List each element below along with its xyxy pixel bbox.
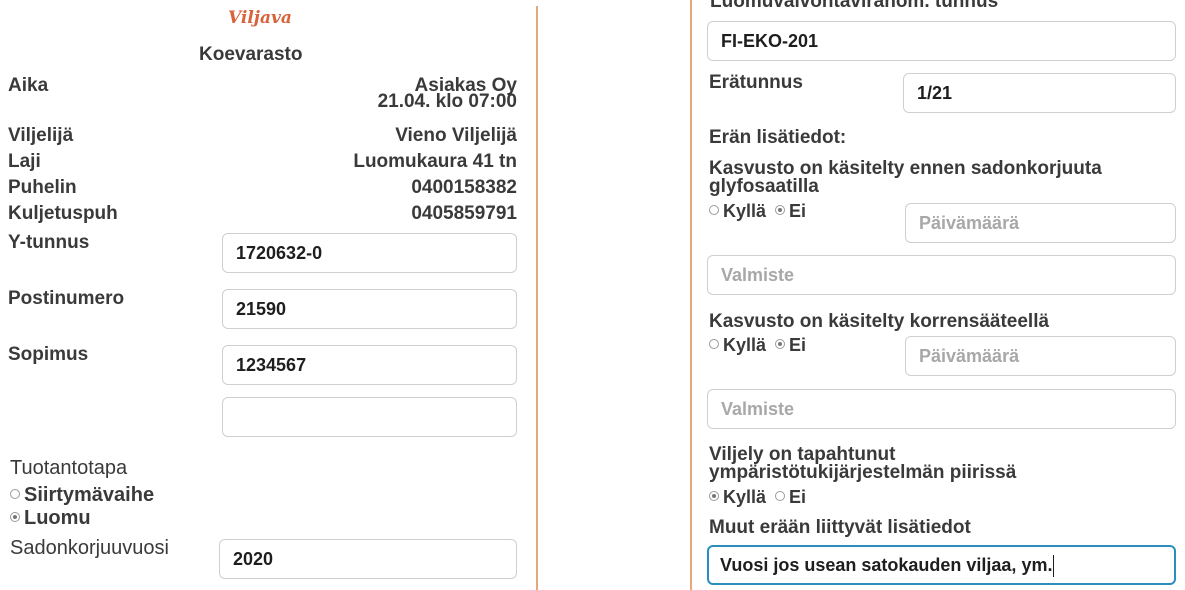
glyfosaatti-yes-label[interactable]: Kyllä bbox=[723, 201, 766, 221]
ytunnus-field[interactable]: 1720632-0 bbox=[222, 233, 517, 273]
muut-lisatiedot-field[interactable]: Vuosi jos usean satokauden viljaa, ym. bbox=[707, 545, 1176, 585]
glyfosaatti-no-label[interactable]: Ei bbox=[789, 201, 806, 221]
sopimus-field[interactable]: 1234567 bbox=[222, 345, 517, 385]
ymparisto-yes-radio[interactable] bbox=[709, 491, 719, 502]
eratunnus-field[interactable]: 1/21 bbox=[903, 73, 1176, 113]
glyfosaatti-no-radio[interactable] bbox=[775, 205, 786, 216]
info-label-aika: Aika bbox=[8, 75, 49, 96]
tuotantotapa-label: Tuotantotapa bbox=[10, 457, 128, 479]
eratunnus-label: Erätunnus bbox=[709, 72, 803, 93]
muut-lisatiedot-value: Vuosi jos usean satokauden viljaa, ym. bbox=[720, 555, 1053, 575]
glyfosaatti-product-field[interactable]: Valmiste bbox=[707, 255, 1176, 295]
info-value-laji: Luomukaura 41 tn bbox=[353, 151, 517, 172]
info-value-viljelija: Vieno Viljelijä bbox=[395, 125, 517, 146]
info-label-viljelija: Viljelijä bbox=[8, 125, 74, 146]
korrensaate-date-field[interactable]: Päivämäärä bbox=[905, 336, 1176, 376]
korrensaate-yes-label[interactable]: Kyllä bbox=[723, 335, 766, 355]
info-label-puhelin: Puhelin bbox=[8, 177, 77, 198]
luomu-tunnus-field[interactable]: FI-EKO-201 bbox=[707, 21, 1176, 61]
viljava-logo: Viljava bbox=[228, 8, 292, 28]
ymparisto-radio-group: Kyllä Ei bbox=[709, 487, 806, 508]
luomu-tunnus-label: Luomuvalvontaviranom. tunnus bbox=[710, 0, 999, 12]
ymparisto-no-radio[interactable] bbox=[775, 491, 786, 502]
option-label: Luomu bbox=[24, 507, 91, 529]
panel-divider-left bbox=[536, 6, 538, 590]
korrensaate-yes-radio[interactable] bbox=[709, 339, 719, 350]
radio-button[interactable] bbox=[10, 488, 20, 499]
ymparisto-no-label[interactable]: Ei bbox=[789, 487, 806, 507]
tuotantotapa-option-siirtymavaihe[interactable]: Siirtymävaihe bbox=[10, 485, 154, 506]
postinumero-label: Postinumero bbox=[8, 288, 125, 309]
korrensaate-no-radio[interactable] bbox=[775, 339, 786, 350]
muut-lisatiedot-label: Muut erään liittyvät lisätiedot bbox=[709, 517, 971, 538]
korrensaate-radio-group: Kyllä Ei bbox=[709, 335, 806, 356]
page-title: Koevarasto bbox=[199, 44, 303, 65]
sadonkorjuuvuosi-field[interactable]: 2020 bbox=[219, 539, 517, 579]
tuotantotapa-option-luomu[interactable]: Luomu bbox=[10, 508, 91, 529]
info-label-kuljetuspuh: Kuljetuspuh bbox=[8, 203, 118, 224]
glyfosaatti-radio-group: Kyllä Ei bbox=[709, 201, 806, 222]
radio-button-selected[interactable] bbox=[10, 511, 20, 522]
info-value-puhelin: 0400158382 bbox=[411, 177, 517, 198]
text-caret bbox=[1053, 555, 1055, 578]
info-value-kuljetuspuh: 0405859791 bbox=[411, 203, 517, 224]
sopimus-label: Sopimus bbox=[8, 344, 89, 365]
ytunnus-label: Y-tunnus bbox=[8, 232, 90, 253]
postinumero-field[interactable]: 21590 bbox=[222, 289, 517, 329]
panel-divider-right bbox=[690, 0, 692, 590]
info-value-time: 21.04. klo 07:00 bbox=[377, 91, 517, 112]
glyfosaatti-yes-radio[interactable] bbox=[709, 205, 719, 216]
extra-field[interactable] bbox=[222, 397, 517, 437]
korrensaate-question: Kasvusto on käsitelty korrensääteellä bbox=[709, 311, 1050, 332]
eran-lisatiedot-label: Erän lisätiedot: bbox=[709, 127, 847, 148]
info-label-laji: Laji bbox=[8, 151, 41, 172]
option-label: Siirtymävaihe bbox=[24, 484, 155, 506]
glyfosaatti-question-cont: glyfosaatilla bbox=[709, 176, 819, 197]
korrensaate-no-label[interactable]: Ei bbox=[789, 335, 806, 355]
ymparisto-question-cont: ympäristötukijärjestelmän piirissä bbox=[709, 462, 1017, 483]
sadonkorjuuvuosi-label: Sadonkorjuuvuosi bbox=[10, 537, 169, 559]
korrensaate-product-field[interactable]: Valmiste bbox=[707, 389, 1176, 429]
glyfosaatti-date-field[interactable]: Päivämäärä bbox=[905, 203, 1176, 243]
ymparisto-yes-label[interactable]: Kyllä bbox=[723, 487, 766, 507]
